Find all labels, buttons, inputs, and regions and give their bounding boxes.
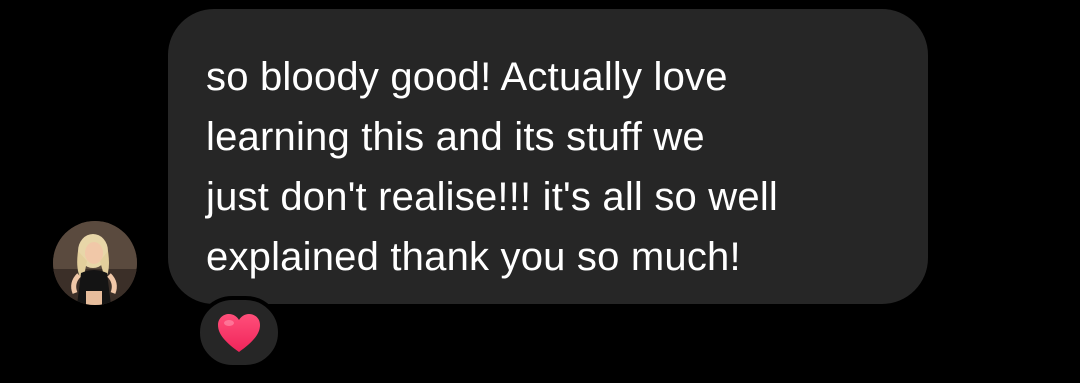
reaction-badge[interactable] — [196, 296, 282, 369]
heart-icon — [218, 313, 260, 352]
profile-photo-icon — [53, 221, 137, 305]
message-bubble[interactable]: so bloody good! Actually love learning t… — [168, 9, 928, 304]
message-text: so bloody good! Actually love learning t… — [206, 55, 778, 279]
avatar[interactable] — [53, 221, 137, 305]
